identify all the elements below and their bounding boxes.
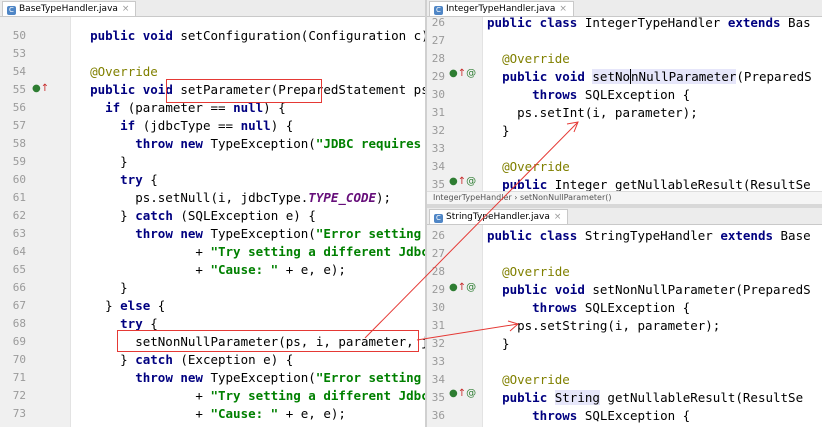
annotation-arrows	[364, 121, 579, 341]
arrow-to-integer-handler	[364, 121, 579, 339]
arrow-head-string	[507, 320, 520, 332]
arrow-to-string-handler	[416, 323, 519, 341]
